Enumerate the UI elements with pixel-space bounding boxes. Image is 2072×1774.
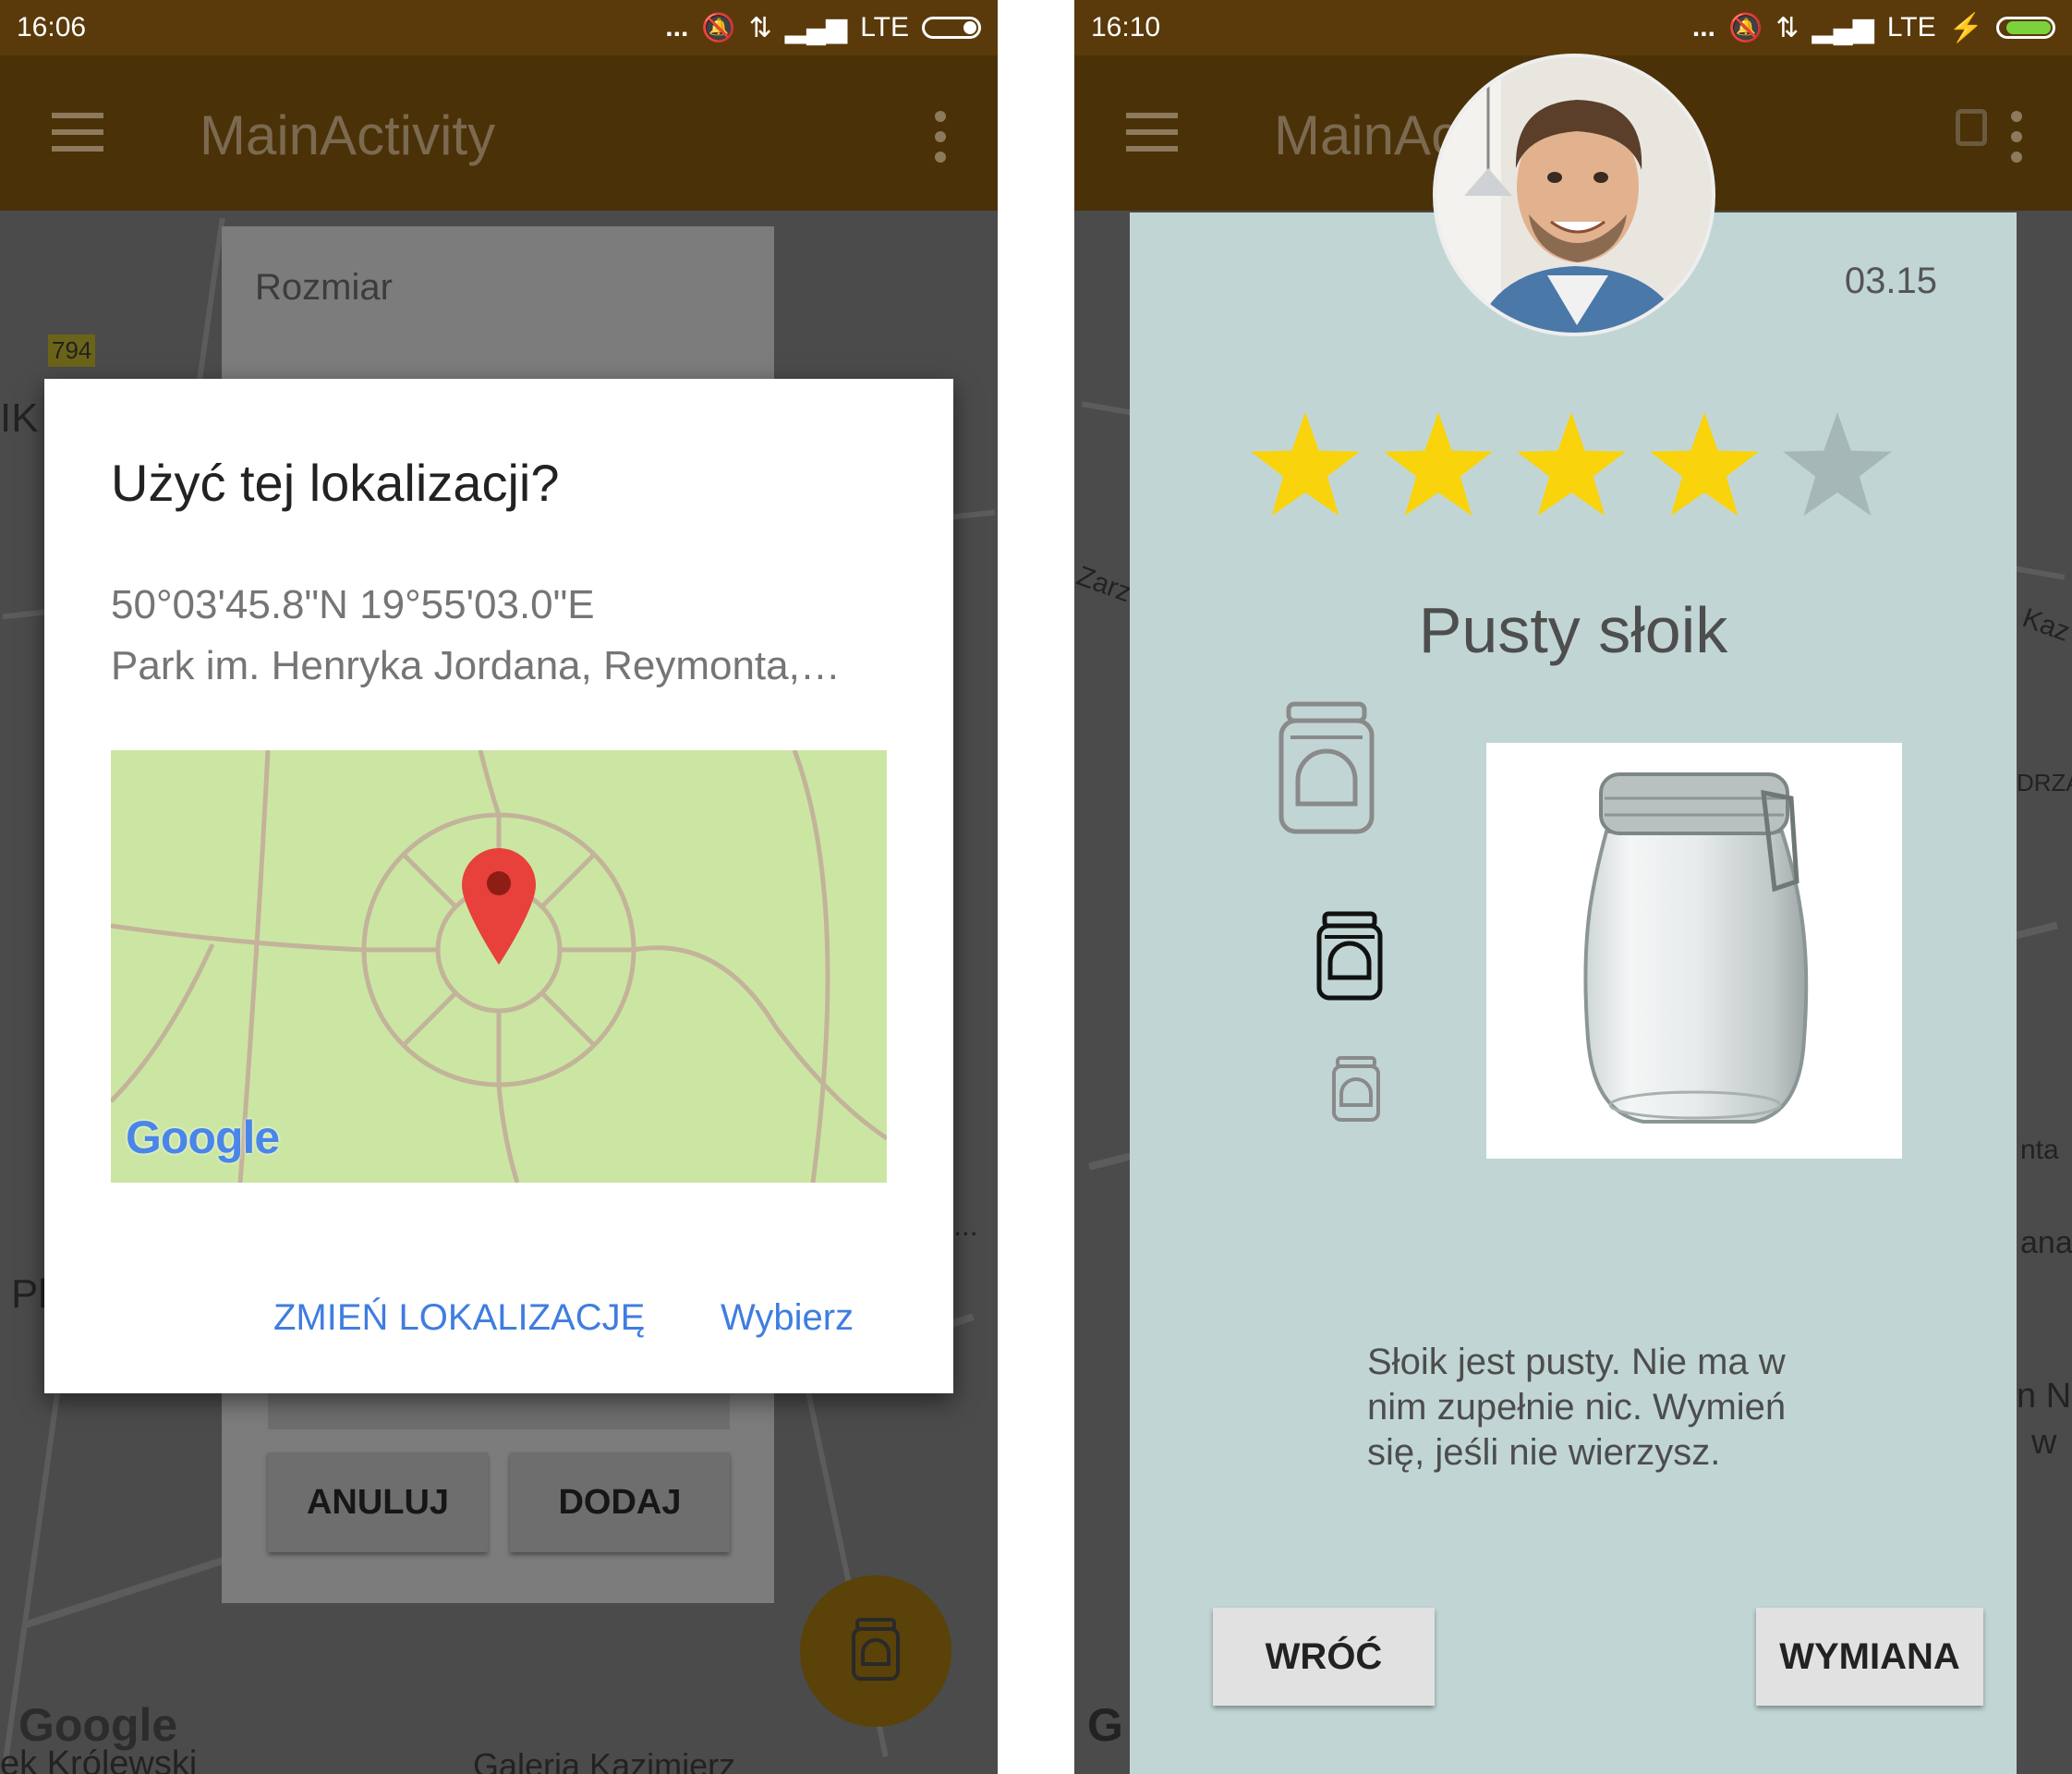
change-location-button[interactable]: ZMIEŃ LOKALIZACJĘ: [273, 1297, 645, 1339]
menu-icon[interactable]: [52, 113, 103, 153]
star-icon[interactable]: [1384, 412, 1493, 516]
exchange-button[interactable]: WYMIANA: [1756, 1608, 1983, 1706]
app-bar: MainActivity: [0, 55, 998, 211]
form-field[interactable]: [268, 1391, 730, 1429]
map-place-label: nta: [2020, 1135, 2059, 1165]
cancel-button[interactable]: ANULUJ: [268, 1452, 488, 1552]
map-place-label: Pl: [11, 1271, 48, 1317]
google-logo: Google: [126, 1111, 280, 1164]
menu-icon[interactable]: [1126, 113, 1178, 153]
star-icon[interactable]: [1783, 412, 1892, 516]
dialog-title: Użyć tej lokalizacji?: [111, 454, 560, 512]
jar-size-medium-icon[interactable]: [1316, 911, 1383, 1006]
map-place-label: DRZA: [2017, 769, 2072, 796]
rating-stars-drawing: [1251, 412, 1892, 516]
add-button[interactable]: DODAJ: [510, 1452, 730, 1552]
mute-icon: 🔕: [701, 12, 736, 43]
size-label: Rozmiar: [255, 267, 393, 308]
notification-dots: ...: [1691, 12, 1715, 43]
map-place-label: w: [2031, 1423, 2057, 1462]
signal-icon: ▂▄▆: [784, 12, 848, 43]
app-bar-title: MainActivity: [200, 104, 496, 166]
location-address: Park im. Henryka Jordana, Reymonta,…: [111, 643, 841, 688]
phone-screen-left: 794 IK Pl ... Google ek Królewski Galeri…: [0, 0, 998, 1774]
status-time: 16:06: [17, 12, 87, 43]
map-place-label: Kaz: [2018, 602, 2072, 648]
user-avatar[interactable]: [1433, 54, 1715, 336]
bus-icon[interactable]: [1956, 109, 1987, 146]
location-preview-map[interactable]: Google: [111, 750, 887, 1183]
map-place-label: ...: [953, 1209, 978, 1242]
back-button[interactable]: WRÓĆ: [1213, 1608, 1435, 1706]
battery-icon: [922, 17, 981, 39]
network-type: LTE: [860, 12, 909, 43]
more-vert-icon[interactable]: [2011, 111, 2022, 172]
location-pin-icon: [462, 848, 536, 965]
add-jar-fab[interactable]: [800, 1575, 951, 1727]
status-time: 16:10: [1091, 12, 1161, 43]
mute-icon: 🔕: [1727, 12, 1763, 43]
map-place-label: IK: [0, 395, 39, 441]
product-title: Pusty słoik: [1418, 594, 1728, 666]
signal-icon: ▂▄▆: [1811, 12, 1874, 43]
status-bar: 16:06 ... 🔕 ⇅ ▂▄▆ LTE: [0, 0, 998, 55]
star-icon[interactable]: [1251, 412, 1360, 516]
offer-date: 03.15: [1844, 261, 1937, 301]
map-place-label: G: [1087, 1699, 1123, 1751]
location-coordinates: 50°03'45.8"N 19°55'03.0"E: [111, 582, 595, 627]
charging-icon: ⚡: [1948, 12, 1983, 43]
app-bar-title: MainAc: [1274, 104, 1460, 166]
rating-stars: 4: [1250, 407, 1915, 531]
choose-location-button[interactable]: Wybierz: [721, 1297, 854, 1339]
data-arrows-icon: ⇅: [1775, 12, 1799, 43]
network-type: LTE: [1886, 12, 1936, 43]
offer-card: 03.15 4 Pusty słoik: [1130, 213, 2017, 1774]
product-description: Słoik jest pusty. Nie ma w nim zupełnie …: [1367, 1342, 1787, 1473]
product-photo: [1486, 743, 1902, 1159]
notification-dots: ...: [665, 12, 689, 43]
map-road-label: 794: [48, 334, 96, 367]
jar-size-small-icon[interactable]: [1331, 1055, 1381, 1128]
map-place-label: ana: [2020, 1225, 2072, 1260]
star-icon[interactable]: [1517, 412, 1626, 516]
phone-screen-right: Zarz Kaz DRZA nta ana n N w G 16:10 ... …: [1074, 0, 2072, 1774]
location-dialog: Użyć tej lokalizacji? 50°03'45.8"N 19°55…: [44, 379, 953, 1393]
jar-icon: [852, 1618, 900, 1681]
map-place-label: Zarz: [1074, 560, 1136, 609]
status-bar: 16:10 ... 🔕 ⇅ ▂▄▆ LTE ⚡: [1074, 0, 2072, 55]
battery-icon: [1996, 17, 2055, 39]
star-icon[interactable]: [1650, 412, 1759, 516]
jar-size-large-icon[interactable]: [1278, 700, 1375, 840]
google-logo-text: Google: [126, 1112, 280, 1163]
map-place-label: n N: [2017, 1377, 2072, 1416]
data-arrows-icon: ⇅: [748, 12, 772, 43]
map-place-label: ek Królewski: [0, 1744, 198, 1774]
map-place-label: Galeria Kazimierz: [473, 1746, 736, 1774]
more-vert-icon[interactable]: [935, 111, 946, 172]
